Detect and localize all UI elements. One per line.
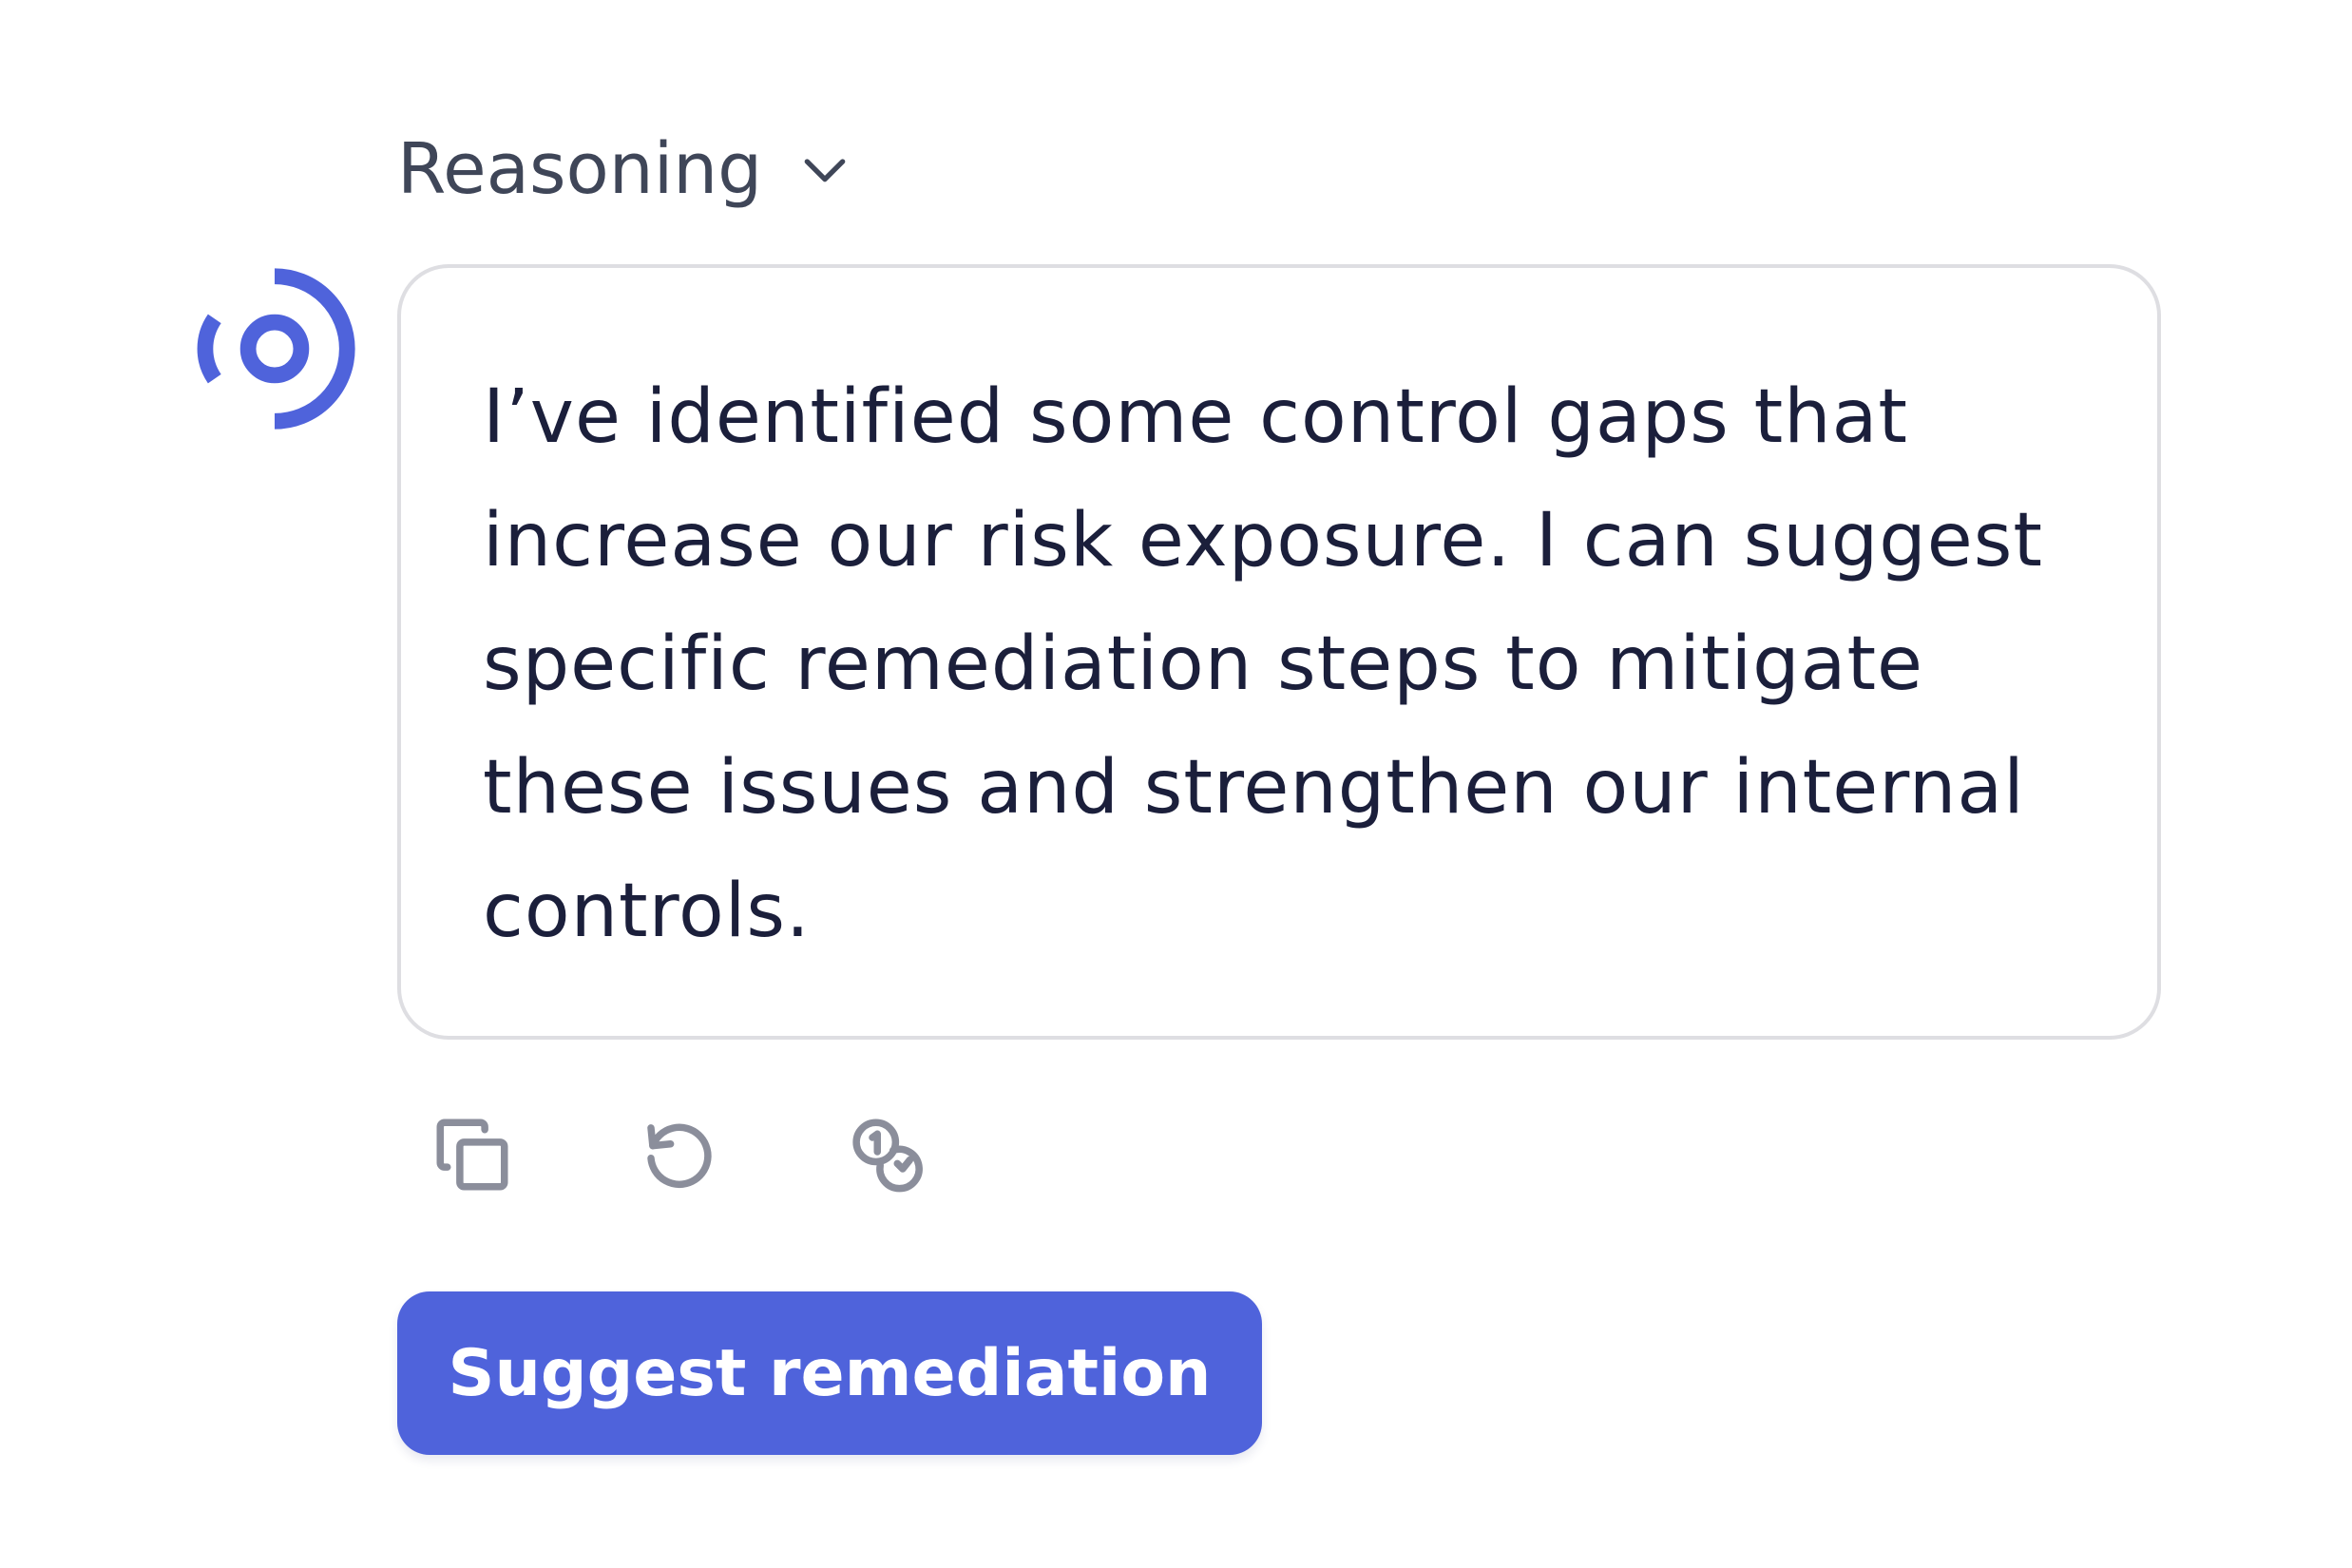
chevron-down-icon <box>794 139 855 200</box>
copy-icon[interactable] <box>430 1112 515 1197</box>
regenerate-icon[interactable] <box>637 1112 722 1197</box>
assistant-signal-icon <box>186 260 363 437</box>
tokens-icon[interactable] <box>844 1112 929 1197</box>
assistant-message-bubble: I’ve identified some control gaps that i… <box>397 264 2161 1040</box>
reasoning-toggle[interactable]: Reasoning <box>397 122 855 217</box>
reasoning-label: Reasoning <box>397 128 763 210</box>
suggest-remediation-button[interactable]: Suggest remediation <box>397 1291 1262 1455</box>
assistant-message-text: I’ve identified some control gaps that i… <box>483 374 2043 954</box>
message-actions <box>430 1112 929 1197</box>
